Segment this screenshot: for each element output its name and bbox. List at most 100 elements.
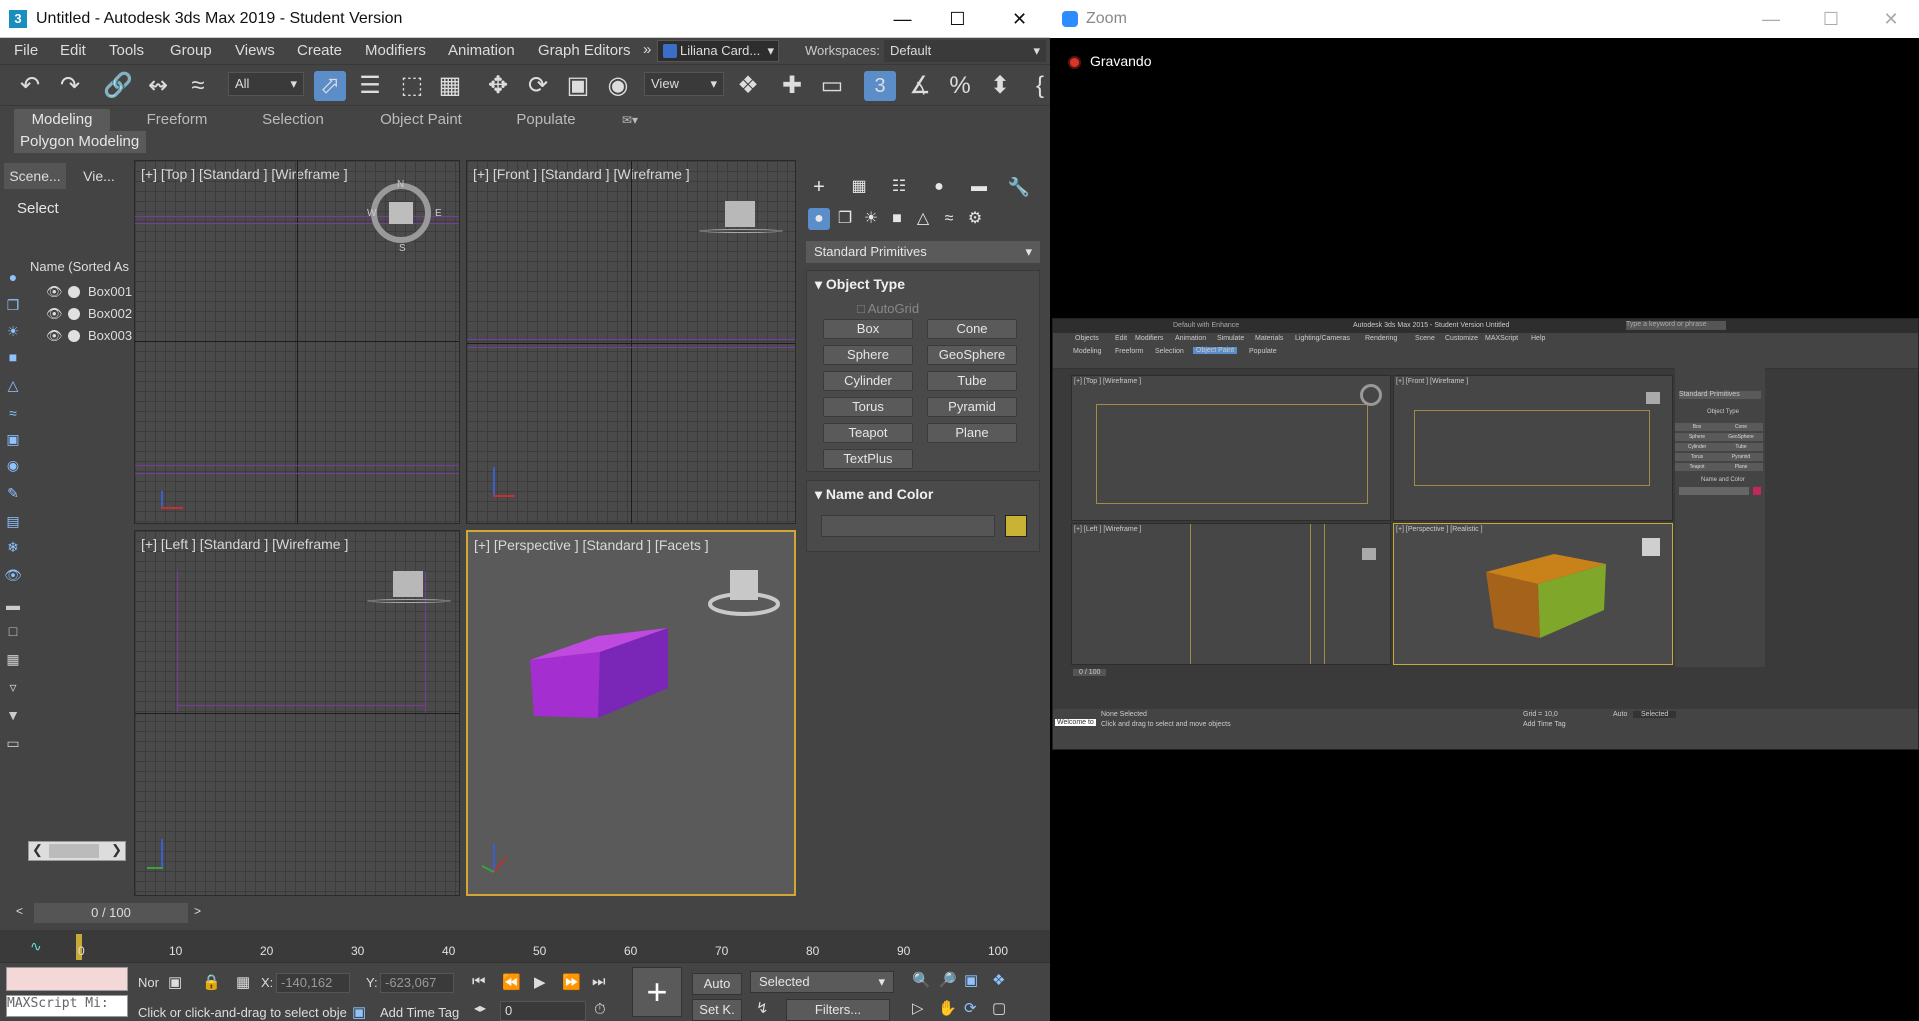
- time-next-icon[interactable]: >: [194, 904, 201, 918]
- polygon-modeling-panel[interactable]: Polygon Modeling: [14, 131, 146, 153]
- object-dot-icon[interactable]: [68, 286, 80, 298]
- display-containers-icon[interactable]: ▤: [4, 512, 22, 530]
- place-icon[interactable]: ◉: [602, 71, 634, 101]
- sphere-button[interactable]: Sphere: [823, 345, 913, 365]
- menu-create[interactable]: Create: [297, 42, 342, 59]
- window-crossing-icon[interactable]: ▦: [434, 71, 466, 101]
- bind-space-warp-icon[interactable]: ≈: [182, 71, 214, 101]
- isolate-icon[interactable]: ▣: [168, 973, 182, 991]
- display-lights-icon[interactable]: ☀: [4, 322, 22, 340]
- goto-end-icon[interactable]: ⏭: [592, 973, 606, 990]
- display-shapes-icon[interactable]: ❐: [4, 296, 22, 314]
- snaps-toggle-icon[interactable]: 3: [864, 71, 896, 101]
- geosphere-button[interactable]: GeoSphere: [927, 345, 1017, 365]
- pivot-center-icon[interactable]: ❖: [732, 71, 764, 101]
- angle-snap-icon[interactable]: ∡: [904, 71, 936, 101]
- set-key-big-button[interactable]: +: [632, 967, 682, 1017]
- redo-icon[interactable]: ↷: [54, 71, 86, 101]
- cylinder-button[interactable]: Cylinder: [823, 371, 913, 391]
- named-selection-icon[interactable]: {: [1024, 71, 1050, 101]
- select-by-name-icon[interactable]: ☰: [354, 71, 386, 101]
- scroll-left-icon[interactable]: ❮: [32, 842, 43, 858]
- shared-screen[interactable]: Default with Enhance Autodesk 3ds Max 20…: [1052, 318, 1919, 750]
- unlink-icon[interactable]: ↭: [142, 71, 174, 101]
- select-label[interactable]: Select: [17, 200, 59, 217]
- add-time-tag-button[interactable]: Add Time Tag: [380, 1005, 459, 1020]
- link-icon[interactable]: 🔗: [102, 71, 134, 101]
- time-slider-thumb[interactable]: 0 / 100: [34, 903, 188, 923]
- filter-toggle-icon[interactable]: ▼: [4, 706, 22, 724]
- hierarchy-tab-icon[interactable]: ☷: [886, 174, 912, 200]
- menu-tools[interactable]: Tools: [109, 42, 144, 59]
- display-cameras-icon[interactable]: ■: [4, 348, 22, 366]
- scroll-thumb[interactable]: [49, 844, 99, 858]
- cameras-icon[interactable]: ■: [886, 208, 908, 230]
- object-dot-icon[interactable]: [68, 308, 80, 320]
- scroll-right-icon[interactable]: ❯: [111, 842, 122, 858]
- lights-icon[interactable]: ☀: [860, 208, 882, 230]
- systems-icon[interactable]: ⚙: [964, 208, 986, 230]
- object-color-swatch[interactable]: [1005, 515, 1027, 537]
- timeline[interactable]: ∿ 0 10 20 30 40 50 60 70 80 90 100: [0, 930, 1050, 962]
- tab-selection[interactable]: Selection: [244, 109, 342, 131]
- explorer-horizontal-scrollbar[interactable]: ❮ ❯: [28, 841, 126, 861]
- time-prev-icon[interactable]: <: [16, 904, 23, 918]
- viewport-front-label[interactable]: [+] [Front ] [Standard ] [Wireframe ]: [473, 166, 690, 182]
- motion-tab-icon[interactable]: ●: [926, 174, 952, 200]
- name-column-header[interactable]: Name (Sorted As: [30, 259, 129, 274]
- create-tab-icon[interactable]: +: [806, 174, 832, 200]
- goto-start-icon[interactable]: ⏮: [472, 973, 486, 990]
- name-color-title[interactable]: ▾ Name and Color: [815, 486, 933, 503]
- select-object-icon[interactable]: ⬀: [314, 71, 346, 101]
- teapot-button[interactable]: Teapot: [823, 423, 913, 443]
- tab-populate[interactable]: Populate: [500, 109, 592, 131]
- set-key-button[interactable]: Set K.: [692, 999, 742, 1021]
- visibility-icon[interactable]: 👁: [46, 306, 63, 322]
- viewport-top-label[interactable]: [+] [Top ] [Standard ] [Wireframe ]: [141, 166, 348, 182]
- viewcube[interactable]: [725, 201, 755, 227]
- move-icon[interactable]: ✥: [482, 71, 514, 101]
- orbit-icon[interactable]: ⟳: [964, 999, 977, 1017]
- object-name-field[interactable]: [821, 515, 995, 537]
- tab-freeform[interactable]: Freeform: [130, 109, 224, 131]
- viewport-left-label[interactable]: [+] [Left ] [Standard ] [Wireframe ]: [141, 536, 348, 552]
- tab-object-paint[interactable]: Object Paint: [370, 109, 472, 131]
- key-filter-select[interactable]: Selected ▾: [750, 971, 894, 993]
- object-dot-icon[interactable]: [68, 330, 80, 342]
- maxscript-listener[interactable]: [6, 967, 128, 991]
- display-xrefs-icon[interactable]: ◉: [4, 456, 22, 474]
- tab-view-explorer[interactable]: Vie...: [70, 163, 128, 189]
- percent-snap-icon[interactable]: %: [944, 71, 976, 101]
- minimize-button[interactable]: —: [875, 0, 930, 38]
- undo-icon[interactable]: ↶: [14, 71, 46, 101]
- display-tab-icon[interactable]: ▬: [966, 174, 992, 200]
- object-type-title[interactable]: ▾ Object Type: [815, 276, 905, 293]
- zoom-all-icon[interactable]: 🔎: [938, 971, 957, 989]
- maximize-button[interactable]: ☐: [930, 0, 985, 38]
- frame-stepper-icon[interactable]: ◂▸: [474, 1001, 486, 1015]
- lock-selection-icon[interactable]: 🔒: [202, 973, 221, 991]
- zoom-extents-all-icon[interactable]: ❖: [992, 971, 1005, 989]
- absolute-mode-icon[interactable]: ▦: [236, 973, 250, 991]
- helpers-icon[interactable]: △: [912, 208, 934, 230]
- viewcube[interactable]: [389, 202, 413, 224]
- pan-icon[interactable]: ✋: [938, 999, 957, 1017]
- cone-button[interactable]: Cone: [927, 319, 1017, 339]
- display-bones-icon[interactable]: ✎: [4, 484, 22, 502]
- display-none-icon[interactable]: □: [4, 622, 22, 640]
- visibility-icon[interactable]: 👁: [46, 284, 63, 300]
- display-geometry-icon[interactable]: ●: [4, 268, 22, 286]
- box-front-face[interactable]: [530, 652, 600, 718]
- modify-tab-icon[interactable]: ▦: [846, 174, 872, 200]
- box-button[interactable]: Box: [823, 319, 913, 339]
- close-button[interactable]: ✕: [1862, 0, 1919, 38]
- workspaces-select[interactable]: Default ▾: [884, 40, 1046, 62]
- menu-file[interactable]: File: [14, 42, 38, 59]
- viewport-perspective[interactable]: [+] [Perspective ] [Standard ] [Facets ]: [466, 530, 796, 896]
- autogrid-checkbox[interactable]: □ AutoGrid: [857, 301, 919, 316]
- menu-edit[interactable]: Edit: [60, 42, 86, 59]
- space-warps-icon[interactable]: ≈: [938, 208, 960, 230]
- filters-button[interactable]: Filters...: [786, 999, 890, 1021]
- maximize-button[interactable]: ☐: [1802, 0, 1860, 38]
- tube-button[interactable]: Tube: [927, 371, 1017, 391]
